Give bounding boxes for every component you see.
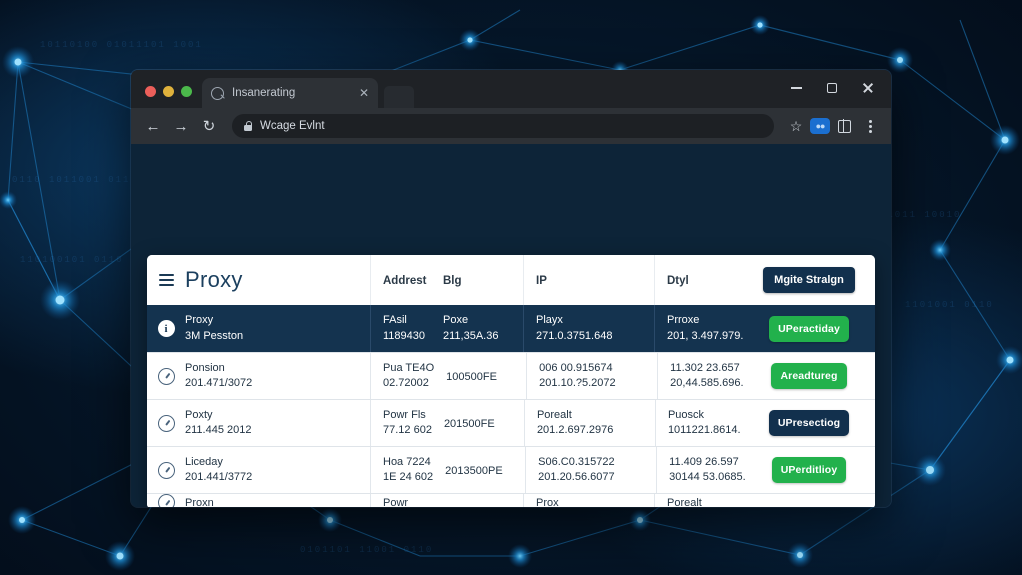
- new-tab-button[interactable]: [384, 86, 414, 108]
- cell-text: 271.0.3751.648: [536, 329, 613, 342]
- cell-text: 100500FE: [446, 371, 497, 383]
- cell-text: 1189430: [383, 329, 426, 342]
- cell-text: Porealt: [667, 497, 702, 507]
- maximize-icon[interactable]: [817, 76, 847, 100]
- address-bar[interactable]: Wcage Evlnt: [232, 114, 774, 138]
- address-bar-url: Wcage Evlnt: [260, 120, 325, 132]
- minimize-window-dot[interactable]: [163, 86, 174, 97]
- table-row[interactable]: Proxn Powr Prox Porealt: [147, 493, 875, 507]
- browser-tab[interactable]: Insanerating ✕: [202, 78, 378, 108]
- star-icon[interactable]: ☆: [784, 114, 808, 138]
- cell-text: Pua TE4O: [383, 361, 435, 374]
- tab-strip: Insanerating ✕: [131, 70, 891, 108]
- cell-text: Poxty: [185, 408, 213, 421]
- clock-icon: [147, 461, 185, 479]
- column-header-blg[interactable]: Blg: [431, 271, 523, 289]
- info-icon: i: [147, 320, 185, 337]
- cell-text: 1E 24 602: [383, 471, 434, 483]
- clock-icon: [147, 367, 185, 385]
- clock-icon: [147, 494, 185, 507]
- cell-text: 201.10.?5.2072: [539, 377, 616, 389]
- cell-text: 211,35A.36: [443, 329, 499, 342]
- page-viewport: Proxy Addrest Blg IP Dtyl Mgite Stralgn …: [131, 144, 891, 507]
- minimize-icon[interactable]: [781, 76, 811, 100]
- cell-text: Hoa 7224: [383, 455, 431, 468]
- cell-text: 006 00.915674: [539, 361, 613, 374]
- cell-text: 201, 3.497.979.: [667, 329, 744, 342]
- hamburger-menu-icon[interactable]: [147, 274, 185, 286]
- cell-text: Puosck: [667, 408, 705, 421]
- lock-icon: [244, 121, 253, 131]
- extension-icon[interactable]: ●●: [810, 118, 830, 134]
- close-icon[interactable]: ✕: [359, 87, 369, 99]
- browser-toolbar: ← → ↻ Wcage Evlnt ☆ ●●: [131, 108, 891, 144]
- binary-texture: 0101101 11001 0110: [300, 545, 434, 555]
- cell-text: Ponsion: [185, 361, 225, 374]
- kebab-menu-icon[interactable]: [858, 114, 882, 138]
- cell-text: 201500FE: [443, 418, 495, 430]
- close-icon[interactable]: [853, 76, 883, 100]
- status-badge[interactable]: UPresectiog: [768, 410, 850, 436]
- forward-arrow-icon[interactable]: →: [168, 113, 194, 139]
- cell-text: 1011221.8614.: [667, 424, 741, 436]
- migrate-strategy-button[interactable]: Mgite Stralgn: [763, 267, 855, 293]
- column-header-dtyl[interactable]: Dtyl: [655, 271, 753, 289]
- cell-text: 02.72002: [383, 377, 429, 389]
- cell-text: 30144 53.0685.: [669, 471, 746, 483]
- reload-icon[interactable]: ↻: [196, 113, 222, 139]
- traffic-light-buttons: [141, 86, 202, 108]
- binary-texture: 10110100 01011101 1001: [40, 40, 203, 50]
- cell-text: FAsil: [383, 314, 407, 327]
- table-row[interactable]: Poxty 211.445 2012 Powr Fls 77.12 602 20…: [147, 399, 875, 446]
- cell-text: Playx: [536, 314, 563, 327]
- cell-text: S06.C0.315722: [538, 455, 615, 468]
- cell-text: 11.302 23.657: [670, 361, 740, 374]
- back-arrow-icon[interactable]: ←: [140, 113, 166, 139]
- cell-text: Powr: [383, 497, 409, 507]
- globe-icon: [211, 86, 224, 100]
- cell-text: Powr Fls: [383, 408, 426, 421]
- cell-text: Prox: [536, 497, 559, 507]
- table-row[interactable]: i Proxy 3M Pesston FAsil 1189430 Poxe 21…: [147, 305, 875, 352]
- cell-text: Proxn: [185, 497, 214, 507]
- cell-text: Porealt: [536, 408, 572, 421]
- cell-text: 201.471/3072: [185, 377, 253, 389]
- status-badge[interactable]: UPeractiday: [769, 315, 849, 342]
- cell-text: 11.409 26.597: [669, 455, 739, 468]
- table-row[interactable]: Ponsion 201.471/3072 Pua TE4O 02.72002 1…: [147, 352, 875, 399]
- cell-text: Prroxe: [667, 314, 700, 327]
- cell-text: 3M Pesston: [185, 329, 244, 342]
- cell-text: Liceday: [185, 455, 223, 468]
- side-panel-icon[interactable]: [832, 114, 856, 138]
- window-controls: [781, 76, 883, 100]
- page-title: Proxy: [185, 267, 243, 292]
- cell-text: 20,44.585.696.: [670, 377, 744, 389]
- status-badge[interactable]: UPerditlioy: [771, 457, 847, 483]
- table-row[interactable]: Liceday 201.441/3772 Hoa 7224 1E 24 602 …: [147, 446, 875, 493]
- proxy-table-card: Proxy Addrest Blg IP Dtyl Mgite Stralgn …: [147, 255, 875, 507]
- column-header-ip[interactable]: IP: [524, 271, 654, 289]
- status-badge[interactable]: Areadtureg: [771, 363, 847, 389]
- browser-window: Insanerating ✕ ← → ↻ Wcage Evlnt ☆ ●● Pr…: [131, 70, 891, 507]
- close-window-dot[interactable]: [145, 86, 156, 97]
- column-header-addrest[interactable]: Addrest: [371, 271, 431, 289]
- clock-icon: [147, 414, 185, 432]
- binary-texture: 1101001 0110: [905, 300, 994, 310]
- tab-title: Insanerating: [232, 87, 296, 99]
- binary-texture: 0110 1011001 01110: [12, 175, 146, 185]
- cell-text: 201.2.697.2976: [536, 424, 614, 436]
- cell-text: 211.445 2012: [185, 424, 252, 436]
- table-header: Proxy Addrest Blg IP Dtyl Mgite Stralgn: [147, 255, 875, 305]
- binary-texture: 01011 10010: [880, 210, 962, 220]
- cell-text: Poxe: [443, 314, 469, 327]
- cell-text: Proxy: [185, 314, 214, 327]
- cell-text: 201.20.56.6077: [538, 471, 615, 483]
- zoom-window-dot[interactable]: [181, 86, 192, 97]
- cell-text: 201.441/3772: [185, 471, 253, 483]
- cell-text: 77.12 602: [383, 424, 432, 436]
- header-action-button-wrap: Mgite Stralgn: [753, 267, 865, 293]
- cell-text: 2013500PE: [445, 465, 503, 477]
